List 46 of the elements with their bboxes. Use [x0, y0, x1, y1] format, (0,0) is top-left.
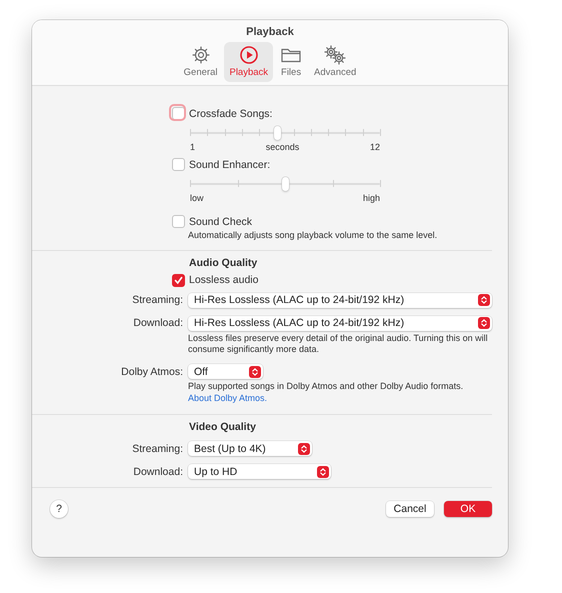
checkbox-label: Crossfade Songs: — [189, 108, 272, 120]
popup-button[interactable]: Hi-Res Lossless (ALAC up to 24-bit/192 kHz) — [188, 316, 492, 331]
popup-button[interactable]: Off — [188, 364, 263, 380]
toolbar-tab[interactable]: Playback — [224, 42, 274, 82]
checkbox[interactable] — [172, 274, 185, 287]
field-label: Dolby Atmos: — [120, 366, 183, 378]
toolbar-tab[interactable]: General — [178, 42, 222, 82]
checkbox-label: Sound Check — [189, 216, 252, 228]
popup-button[interactable]: Best (Up to 4K) — [188, 441, 312, 456]
stepper-icon — [298, 442, 310, 455]
section-heading: Audio Quality — [189, 256, 258, 269]
slider-thumb[interactable] — [274, 126, 281, 140]
field-label: Download: — [132, 466, 183, 478]
ok-button[interactable]: OK — [444, 501, 492, 518]
checkbox-label: Lossless audio — [189, 274, 258, 286]
stepper-icon — [478, 294, 490, 306]
field-label: Streaming: — [131, 442, 183, 455]
help-button[interactable]: ? — [50, 500, 68, 518]
field-label: Download: — [132, 317, 183, 330]
popup-button[interactable]: Hi-Res Lossless (ALAC up to 24-bit/192 kHz) — [188, 292, 492, 308]
toolbar-tab[interactable]: Files — [275, 42, 308, 82]
help-text: Lossless files preserve every detail of the original audio. Turning this on will consume significantly more data. — [188, 332, 489, 356]
toolbar-tab[interactable]: Advanced — [309, 42, 362, 82]
stepper-icon — [317, 466, 329, 478]
help-text: Play supported songs in Dolby Atmos and other Dolby Audio formats. About Dolby Atmos. — [188, 381, 464, 404]
gear-icon — [190, 45, 211, 65]
slider-max-label: 12 — [370, 142, 380, 152]
checkbox-label: Sound Enhancer: — [189, 158, 270, 170]
checkbox[interactable] — [172, 158, 185, 171]
gears-icon — [323, 45, 348, 65]
field-label: Streaming: — [131, 294, 183, 306]
help-text: Automatically adjusts song playback volume to the same level. — [188, 230, 438, 242]
popup-button[interactable]: Up to HD — [188, 464, 331, 480]
section-heading: Video Quality — [189, 421, 257, 434]
checkbox[interactable] — [172, 215, 185, 228]
play-icon — [238, 45, 259, 65]
about-link[interactable]: About Dolby Atmos. — [188, 392, 268, 403]
slider-min-label: low — [190, 193, 204, 203]
slider-max-label: high — [362, 193, 380, 203]
stepper-icon — [249, 366, 261, 378]
slider-thumb[interactable] — [282, 177, 288, 191]
window-title: Playback — [246, 26, 294, 38]
stepper-icon — [478, 317, 490, 330]
cancel-button[interactable]: Cancel — [386, 501, 434, 518]
slider-min-label: 1 — [190, 142, 196, 152]
slider-unit-label: seconds — [266, 142, 300, 152]
